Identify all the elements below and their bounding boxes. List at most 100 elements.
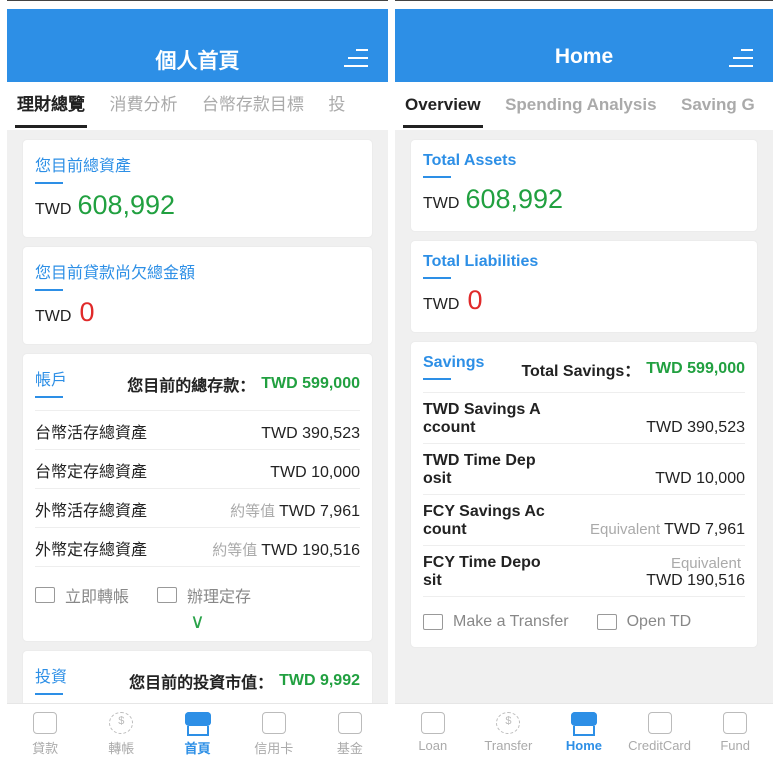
accounts-label[interactable]: 帳戶: [35, 366, 67, 402]
bottom-nav: 貸款 $ 轉帳 首頁 信用卡 基金: [7, 703, 388, 761]
savings-label[interactable]: Savings: [423, 354, 484, 384]
nav-loan[interactable]: Loan: [395, 704, 471, 761]
fund-chart-icon: [723, 712, 748, 734]
money-icon: [423, 614, 443, 630]
tab-overview[interactable]: Overview: [395, 82, 491, 128]
account-row[interactable]: 外幣定存總資產 約等值 TWD 190,516: [35, 528, 360, 567]
credit-card-icon: [261, 712, 286, 734]
nav-label: 基金: [336, 741, 363, 756]
total-liabilities-label: Total Liabilities: [423, 253, 745, 283]
investment-label[interactable]: 投資: [35, 663, 67, 699]
transfer-button[interactable]: Make a Transfer: [423, 613, 569, 631]
total-assets-label: Total Assets: [423, 152, 745, 182]
nav-home[interactable]: 首頁: [159, 704, 235, 761]
investment-total-label: 您目前的投資市值：: [129, 675, 274, 692]
chart-icon: [157, 587, 178, 603]
tab-overview[interactable]: 理財總覽: [7, 82, 95, 128]
total-deposits-label: 您目前的總存款：: [127, 378, 256, 395]
investment-total-value: TWD 9,992: [279, 672, 360, 689]
total-liabilities-card[interactable]: Total Liabilities TWD 0: [411, 241, 757, 332]
tab-saving-goal[interactable]: Saving G: [671, 82, 765, 128]
account-row[interactable]: TWD Time Dep osit TWD 10,000: [423, 444, 745, 495]
nav-label: 信用卡: [254, 741, 294, 756]
credit-card-icon: [647, 712, 672, 734]
app-header: 個人首頁: [7, 9, 388, 82]
account-value: TWD 7,961: [664, 521, 745, 538]
total-liabilities-value: 0: [467, 285, 483, 315]
total-assets-label: 您目前總資產: [35, 152, 360, 188]
equivalent-label: 約等值: [230, 503, 276, 520]
open-td-button[interactable]: 辦理定存: [157, 583, 251, 607]
equivalent-label: 約等值: [212, 542, 258, 559]
total-assets-value: 608,992: [77, 190, 176, 220]
tab-spending-analysis[interactable]: Spending Analysis: [495, 82, 666, 128]
transfer-button[interactable]: 立即轉帳: [35, 583, 129, 607]
savings-card: Savings Total Savings： TWD 599,000 TWD S…: [411, 342, 757, 647]
nav-transfer[interactable]: $ Transfer: [471, 704, 547, 761]
account-name: 台幣活存總資產: [35, 425, 148, 442]
nav-loan[interactable]: 貸款: [7, 704, 83, 761]
transfer-icon: $: [496, 712, 521, 734]
accounts-card: 帳戶 您目前的總存款： TWD 599,000 台幣活存總資產 TWD 390,5…: [23, 354, 372, 641]
page-title: Home: [554, 45, 614, 68]
currency-label: TWD: [35, 308, 72, 325]
account-name: 外幣定存總資產: [35, 542, 148, 559]
open-td-label: Open TD: [626, 613, 692, 630]
nav-fund[interactable]: Fund: [697, 704, 773, 761]
account-row[interactable]: FCY Time Depo sit Equivalent TWD 190,516: [423, 546, 745, 597]
home-icon: [570, 712, 597, 726]
nav-label: CreditCard: [628, 738, 691, 753]
account-name: FCY Savings Ac count: [423, 503, 545, 538]
total-assets-card[interactable]: Total Assets TWD 608,992: [411, 140, 757, 231]
nav-fund[interactable]: 基金: [312, 704, 388, 761]
equivalent-label: Equivalent: [590, 521, 661, 538]
nav-credit-card[interactable]: CreditCard: [622, 704, 698, 761]
nav-label: 轉帳: [108, 741, 135, 756]
chevron-down-icon[interactable]: ∨: [35, 612, 360, 632]
nav-label: 貸款: [32, 741, 59, 756]
account-row[interactable]: 台幣活存總資產 TWD 390,523: [35, 411, 360, 450]
main-content: 您目前總資產 TWD 608,992 您目前貸款尚欠總金額 TWD 0 帳戶 您目前…: [7, 130, 388, 703]
tab-bar: Overview Spending Analysis Saving G: [395, 82, 773, 130]
page-title: 個人首頁: [155, 50, 240, 73]
account-row[interactable]: 外幣活存總資產 約等值 TWD 7,961: [35, 489, 360, 528]
tab-spending-analysis[interactable]: 消費分析: [99, 82, 187, 128]
account-value: TWD 10,000: [270, 464, 360, 481]
account-value: TWD 10,000: [655, 470, 745, 487]
total-liabilities-card[interactable]: 您目前貸款尚欠總金額 TWD 0: [23, 247, 372, 344]
menu-icon[interactable]: [729, 47, 753, 69]
total-savings-value: TWD 599,000: [646, 360, 745, 377]
nav-credit-card[interactable]: 信用卡: [236, 704, 312, 761]
nav-label: Home: [565, 738, 603, 753]
total-deposits-value: TWD 599,000: [261, 375, 360, 392]
account-name: FCY Time Depo sit: [423, 554, 541, 589]
bottom-nav: Loan $ Transfer Home CreditCard Fund: [395, 703, 773, 761]
nav-home[interactable]: Home: [546, 704, 622, 761]
status-bar: [395, 0, 773, 9]
total-assets-card[interactable]: 您目前總資產 TWD 608,992: [23, 140, 372, 237]
equivalent-label: Equivalent: [670, 555, 741, 572]
nav-transfer[interactable]: $ 轉帳: [83, 704, 159, 761]
currency-label: TWD: [423, 296, 460, 313]
tab-saving-goal[interactable]: 台幣存款目標: [192, 82, 314, 128]
chart-icon: [596, 614, 617, 630]
menu-icon[interactable]: [344, 47, 368, 69]
account-value: TWD 390,523: [646, 419, 745, 436]
nav-label: Transfer: [484, 738, 533, 753]
home-icon: [184, 712, 211, 726]
tab-investment[interactable]: 投: [318, 82, 355, 128]
nav-label: Loan: [418, 738, 448, 753]
total-assets-value: 608,992: [465, 184, 564, 214]
total-liabilities-value: 0: [79, 297, 95, 327]
tab-bar: 理財總覽 消費分析 台幣存款目標 投: [7, 82, 388, 130]
open-td-label: 辦理定存: [187, 589, 252, 606]
account-name: TWD Savings Account: [423, 401, 541, 436]
open-td-button[interactable]: Open TD: [596, 613, 692, 631]
nav-label: Fund: [720, 738, 750, 753]
account-row[interactable]: FCY Savings Ac count Equivalent TWD 7,961: [423, 495, 745, 546]
app-header: Home: [395, 9, 773, 82]
money-icon: [35, 587, 55, 603]
account-row[interactable]: TWD Savings Account TWD 390,523: [423, 393, 745, 444]
account-value: TWD 390,523: [261, 425, 360, 442]
account-row[interactable]: 台幣定存總資產 TWD 10,000: [35, 450, 360, 489]
